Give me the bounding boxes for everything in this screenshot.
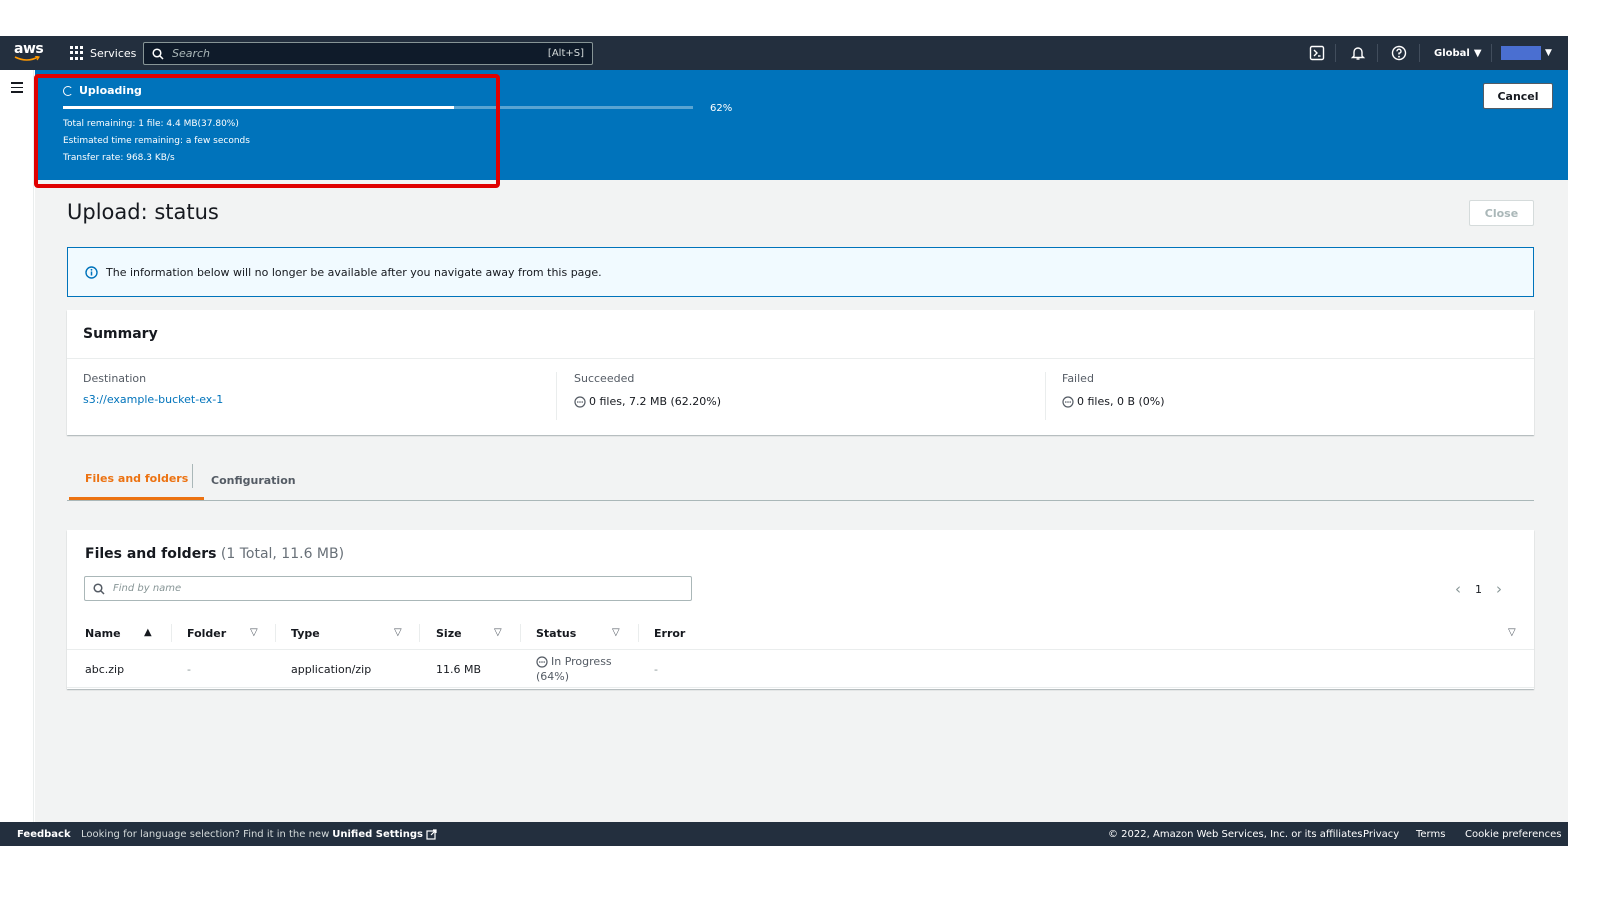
search-icon [93, 582, 105, 595]
status-pending-icon [536, 655, 548, 668]
column-header-folder[interactable]: Folder [187, 616, 226, 650]
alert-text: The information below will no longer be … [106, 265, 602, 279]
aws-logo[interactable]: aws [14, 42, 44, 64]
region-selector[interactable]: Global ▼ [1434, 36, 1482, 70]
global-search-input[interactable]: Search [Alt+S] [143, 42, 593, 65]
column-header-size[interactable]: Size [436, 616, 462, 650]
info-icon [85, 265, 98, 279]
region-label: Global [1434, 47, 1470, 59]
hamburger-menu-icon[interactable] [11, 82, 23, 93]
tab-configuration[interactable]: Configuration [211, 460, 296, 500]
sort-caret-icon[interactable]: ▽ [250, 627, 258, 638]
top-navigation: aws Services Search [Alt+S] Global ▼ ▼ [0, 36, 1568, 70]
files-count: (1 Total, 11.6 MB) [220, 546, 345, 562]
sort-ascending-icon[interactable]: ▲ [144, 627, 152, 638]
cell-error: - [654, 662, 658, 676]
progress-percent: 62% [710, 103, 733, 114]
cell-name: abc.zip [85, 662, 125, 676]
services-menu-button[interactable]: Services [70, 36, 136, 70]
page-title: Upload: status [67, 200, 219, 224]
files-header: Files and folders (1 Total, 11.6 MB) [85, 546, 344, 562]
table-row: abc.zip - application/zip 11.6 MB In Pro… [67, 650, 1534, 688]
succeeded-label: Succeeded [574, 372, 635, 385]
cancel-upload-button[interactable]: Cancel [1483, 83, 1553, 109]
console-footer: Feedback Looking for language selection?… [0, 822, 1568, 846]
account-menu-button[interactable] [1501, 46, 1541, 60]
table-header: Name ▲ Folder ▽ Type ▽ Size ▽ Status ▽ E… [67, 616, 1534, 650]
cell-size: 11.6 MB [436, 662, 482, 676]
chevron-right-icon[interactable]: › [1496, 580, 1502, 598]
services-label: Services [90, 46, 137, 60]
sort-caret-icon[interactable]: ▽ [394, 627, 402, 638]
sort-caret-icon[interactable]: ▽ [612, 627, 620, 638]
caret-down-icon: ▼ [1473, 47, 1482, 59]
bell-icon[interactable] [1350, 45, 1366, 61]
status-percent: (64%) [536, 670, 570, 683]
status-pending-icon [574, 395, 586, 408]
terms-link[interactable]: Terms [1416, 822, 1445, 846]
failed-column: Failed 0 files, 0 B (0%) [1062, 372, 1165, 408]
find-by-name-input[interactable]: Find by name [84, 576, 692, 601]
cell-folder: - [187, 662, 191, 676]
failed-text: 0 files, 0 B (0%) [1077, 395, 1165, 408]
failed-label: Failed [1062, 372, 1094, 385]
succeeded-column: Succeeded 0 files, 7.2 MB (62.20%) [574, 372, 721, 408]
succeeded-value: 0 files, 7.2 MB (62.20%) [574, 395, 721, 408]
search-placeholder: Search [172, 47, 211, 60]
summary-container: Summary Destination s3://example-bucket-… [67, 310, 1534, 435]
language-notice: Looking for language selection? Find it … [81, 822, 437, 846]
pagination: ‹ 1 › [1455, 580, 1502, 598]
chevron-left-icon[interactable]: ‹ [1455, 580, 1461, 598]
close-button[interactable]: Close [1469, 200, 1534, 226]
cell-type: application/zip [291, 662, 372, 676]
cell-status: In Progress (64%) [536, 654, 612, 684]
summary-title: Summary [83, 326, 158, 342]
sort-caret-icon[interactable]: ▽ [1508, 627, 1516, 638]
column-header-error[interactable]: Error [654, 616, 685, 650]
language-text: Looking for language selection? Find it … [81, 828, 330, 840]
highlight-annotation-box [34, 74, 500, 188]
privacy-link[interactable]: Privacy [1363, 822, 1399, 846]
destination-column: Destination s3://example-bucket-ex-1 [83, 372, 223, 406]
files-title: Files and folders [85, 546, 217, 562]
copyright: © 2022, Amazon Web Services, Inc. or its… [1108, 828, 1366, 840]
files-table-container: Files and folders (1 Total, 11.6 MB) Fin… [67, 530, 1534, 689]
search-shortcut: [Alt+S] [547, 48, 584, 59]
succeeded-text: 0 files, 7.2 MB (62.20%) [589, 395, 722, 408]
column-header-status[interactable]: Status [536, 616, 576, 650]
external-link-icon [426, 828, 437, 840]
tab-bar: Files and folders Configuration [67, 460, 1534, 501]
unified-settings-link[interactable]: Unified Settings [332, 829, 423, 840]
caret-down-icon: ▼ [1545, 48, 1552, 58]
column-header-name[interactable]: Name [85, 616, 121, 650]
page-number[interactable]: 1 [1475, 583, 1482, 596]
aws-logo-text: aws [14, 41, 44, 57]
status-text: In Progress [551, 655, 612, 668]
tab-files-and-folders[interactable]: Files and folders [69, 460, 205, 500]
status-pending-icon [1062, 395, 1074, 408]
destination-label: Destination [83, 372, 147, 385]
feedback-link[interactable]: Feedback [17, 822, 71, 846]
find-placeholder: Find by name [113, 583, 182, 594]
grid-icon [70, 46, 84, 60]
search-icon [152, 47, 164, 60]
help-icon[interactable] [1391, 45, 1407, 61]
cookie-preferences-link[interactable]: Cookie preferences [1465, 822, 1561, 846]
destination-link[interactable]: s3://example-bucket-ex-1 [83, 393, 223, 406]
sort-caret-icon[interactable]: ▽ [494, 627, 502, 638]
column-header-type[interactable]: Type [291, 616, 320, 650]
side-navigation-rail [0, 70, 34, 822]
info-alert: The information below will no longer be … [67, 247, 1534, 297]
failed-value: 0 files, 0 B (0%) [1062, 395, 1165, 408]
cloudshell-icon[interactable] [1309, 45, 1325, 61]
